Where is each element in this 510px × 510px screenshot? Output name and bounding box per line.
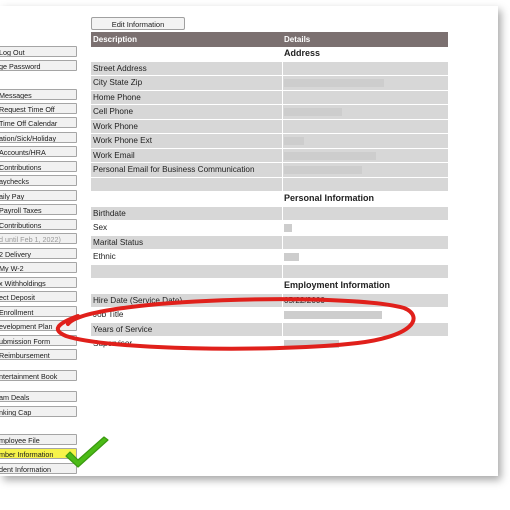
table-row: Work Phone Ext	[91, 134, 448, 149]
table-row	[91, 264, 448, 279]
table-row: Years of Service	[91, 322, 448, 337]
row-label-job-title: Job Title	[93, 310, 124, 319]
row-label-marital-status: Marital Status	[93, 237, 144, 247]
section-title-personal: Personal Information	[284, 193, 375, 203]
sidebar-item-time-off-calendar[interactable]: Time Off Calendar	[0, 117, 77, 128]
row-label-city-state-zip: City State Zip	[93, 78, 143, 87]
redacted-value	[284, 79, 384, 87]
sidebar-item-development-plan[interactable]: evelopment Plan	[0, 320, 77, 331]
row-label-birthdate: Birthdate	[93, 208, 126, 218]
row-label-years-of-service: Years of Service	[93, 324, 153, 334]
table-row: City State Zip	[91, 76, 448, 91]
section-row-personal: Personal Information	[91, 192, 448, 207]
section-title-employment: Employment Information	[284, 280, 391, 290]
row-label-home-phone: Home Phone	[93, 92, 141, 102]
redacted-value	[284, 224, 292, 232]
sidebar-item-contributions-2[interactable]: Contributions	[0, 219, 77, 230]
sidebar-item-submission-form[interactable]: ubmission Form	[0, 335, 77, 346]
table-row: Work Email	[91, 148, 448, 163]
row-label-supervisor: Supervisor	[93, 339, 133, 348]
table-row: Job Title	[91, 308, 448, 323]
sidebar-item-w2-delivery[interactable]: 2 Delivery	[0, 248, 77, 259]
section-title-address: Address	[284, 48, 321, 58]
row-label-work-phone: Work Phone	[93, 121, 138, 131]
row-label-cell-phone: Cell Phone	[93, 107, 134, 116]
sidebar-item-disabled-until-feb: d until Feb 1, 2022)	[0, 233, 77, 244]
sidebar-item-direct-deposit[interactable]: ect Deposit	[0, 291, 77, 302]
sidebar-item-daily-pay[interactable]: aily Pay	[0, 190, 77, 201]
sidebar-nav: Log Out ge Password Messages Request Tim…	[0, 6, 80, 476]
row-label-ethnic: Ethnic	[93, 252, 116, 261]
sidebar-item-entertainment-book[interactable]: ntertainment Book	[0, 370, 77, 381]
redacted-value	[284, 340, 339, 348]
table-row: Sex	[91, 221, 448, 236]
green-checkmark-icon	[65, 436, 109, 468]
table-row	[91, 177, 448, 192]
table-row-hire-date: Hire Date (Service Date) 05/22/2000	[91, 293, 448, 308]
sidebar-item-accounts-hra[interactable]: Accounts/HRA	[0, 146, 77, 157]
edit-information-button[interactable]: Edit Information	[91, 17, 185, 30]
details-header: Details	[284, 35, 311, 44]
sidebar-item-messages[interactable]: Messages	[0, 89, 77, 100]
row-label-personal-email: Personal Email for Business Communicatio…	[93, 165, 255, 174]
redacted-value	[284, 137, 304, 145]
section-row-address: Address	[91, 47, 448, 62]
section-row-employment: Employment Information	[91, 279, 448, 294]
redacted-value	[284, 253, 299, 261]
sidebar-item-payroll-taxes[interactable]: Payroll Taxes	[0, 204, 77, 215]
row-label-sex: Sex	[93, 223, 108, 232]
table-row: Home Phone	[91, 90, 448, 105]
row-label-street-address: Street Address	[93, 63, 147, 73]
sidebar-item-request-time-off[interactable]: Request Time Off	[0, 103, 77, 114]
sidebar-item-reimbursement[interactable]: Reimbursement	[0, 349, 77, 360]
table-row: Marital Status	[91, 235, 448, 250]
sidebar-item-team-deals[interactable]: am Deals	[0, 391, 77, 402]
table-row: Birthdate	[91, 206, 448, 221]
sidebar-item-my-w2[interactable]: My W-2	[0, 262, 77, 273]
sidebar-item-tax-withholdings[interactable]: x Withholdings	[0, 277, 77, 288]
row-label-hire-date: Hire Date (Service Date)	[93, 295, 183, 305]
member-info-table: Description Details Address Street Addre…	[91, 32, 448, 352]
table-row: Supervisor	[91, 337, 448, 352]
sidebar-item-vacation-sick-holiday[interactable]: ation/Sick/Holiday	[0, 132, 77, 143]
sidebar-item-log-out[interactable]: Log Out	[0, 46, 77, 57]
redacted-value	[284, 166, 362, 174]
table-row: Work Phone	[91, 119, 448, 134]
sidebar-item-enrollment[interactable]: Enrollment	[0, 306, 77, 317]
table-row: Ethnic	[91, 250, 448, 265]
sidebar-item-thinking-cap[interactable]: nking Cap	[0, 406, 77, 417]
sidebar-item-change-password[interactable]: ge Password	[0, 60, 77, 71]
description-header: Description	[93, 35, 138, 44]
table-header: Description Details	[91, 32, 448, 47]
app-window: Log Out ge Password Messages Request Tim…	[0, 6, 498, 476]
row-label-work-email: Work Email	[93, 150, 135, 160]
table-row: Personal Email for Business Communicatio…	[91, 163, 448, 178]
row-label-work-phone-ext: Work Phone Ext	[93, 136, 153, 145]
redacted-value	[284, 108, 342, 116]
sidebar-item-paychecks[interactable]: aychecks	[0, 175, 77, 186]
redacted-value	[284, 311, 382, 319]
redacted-value	[284, 151, 376, 160]
table-row: Street Address	[91, 61, 448, 76]
hire-date-value: 05/22/2000	[284, 295, 325, 305]
table-row: Cell Phone	[91, 105, 448, 120]
sidebar-item-contributions[interactable]: Contributions	[0, 161, 77, 172]
